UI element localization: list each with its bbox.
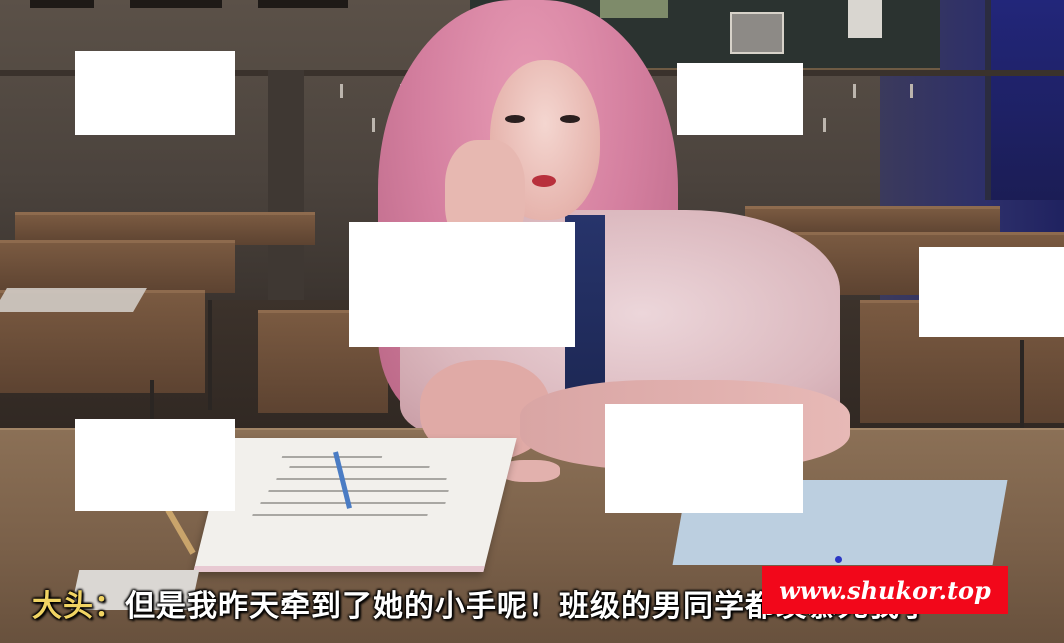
speaker-name: 大头 [32,589,94,624]
coat-hook [372,118,375,132]
notebook-text-line [260,502,446,504]
censor-box [919,247,1064,337]
censor-box [677,63,803,135]
wall-column [268,70,304,300]
board-paper [848,0,882,38]
notebook-text-line [276,478,447,480]
frame-top [130,0,222,8]
game-scene[interactable]: 大头 ： 但是我昨天牵到了她的小手呢！班级的男同学都羡慕死我了 www.shuk… [0,0,1064,643]
watermark-text: www.shukor.top [779,575,991,605]
character-eye-right [560,115,580,123]
site-watermark: www.shukor.top [762,566,1008,614]
notebook-text-line [268,490,449,492]
censor-box [75,51,235,135]
character-eye-left [505,115,525,123]
notebook-text-line [281,456,383,458]
coat-hook [340,84,343,98]
censor-box [605,404,803,513]
coat-hook [853,84,856,98]
desk-leg [150,380,154,420]
censor-box [349,222,575,347]
desk-leg [208,300,212,410]
frame-top [30,0,94,8]
board-note [600,0,668,18]
coat-hook [910,84,913,98]
censor-box [75,419,235,511]
desk-leg [1020,340,1024,430]
ink-dot [835,556,842,563]
speaker-separator: ： [94,589,125,624]
coat-hook [823,118,826,132]
notebook-text-line [289,466,430,468]
character-lips [532,175,556,187]
paper-on-desk [0,288,147,312]
notebook-text-line [252,514,428,516]
background-desk [0,240,235,293]
frame-top [258,0,348,8]
window [985,0,1064,200]
notebook [193,438,517,572]
board-photo [730,12,784,54]
